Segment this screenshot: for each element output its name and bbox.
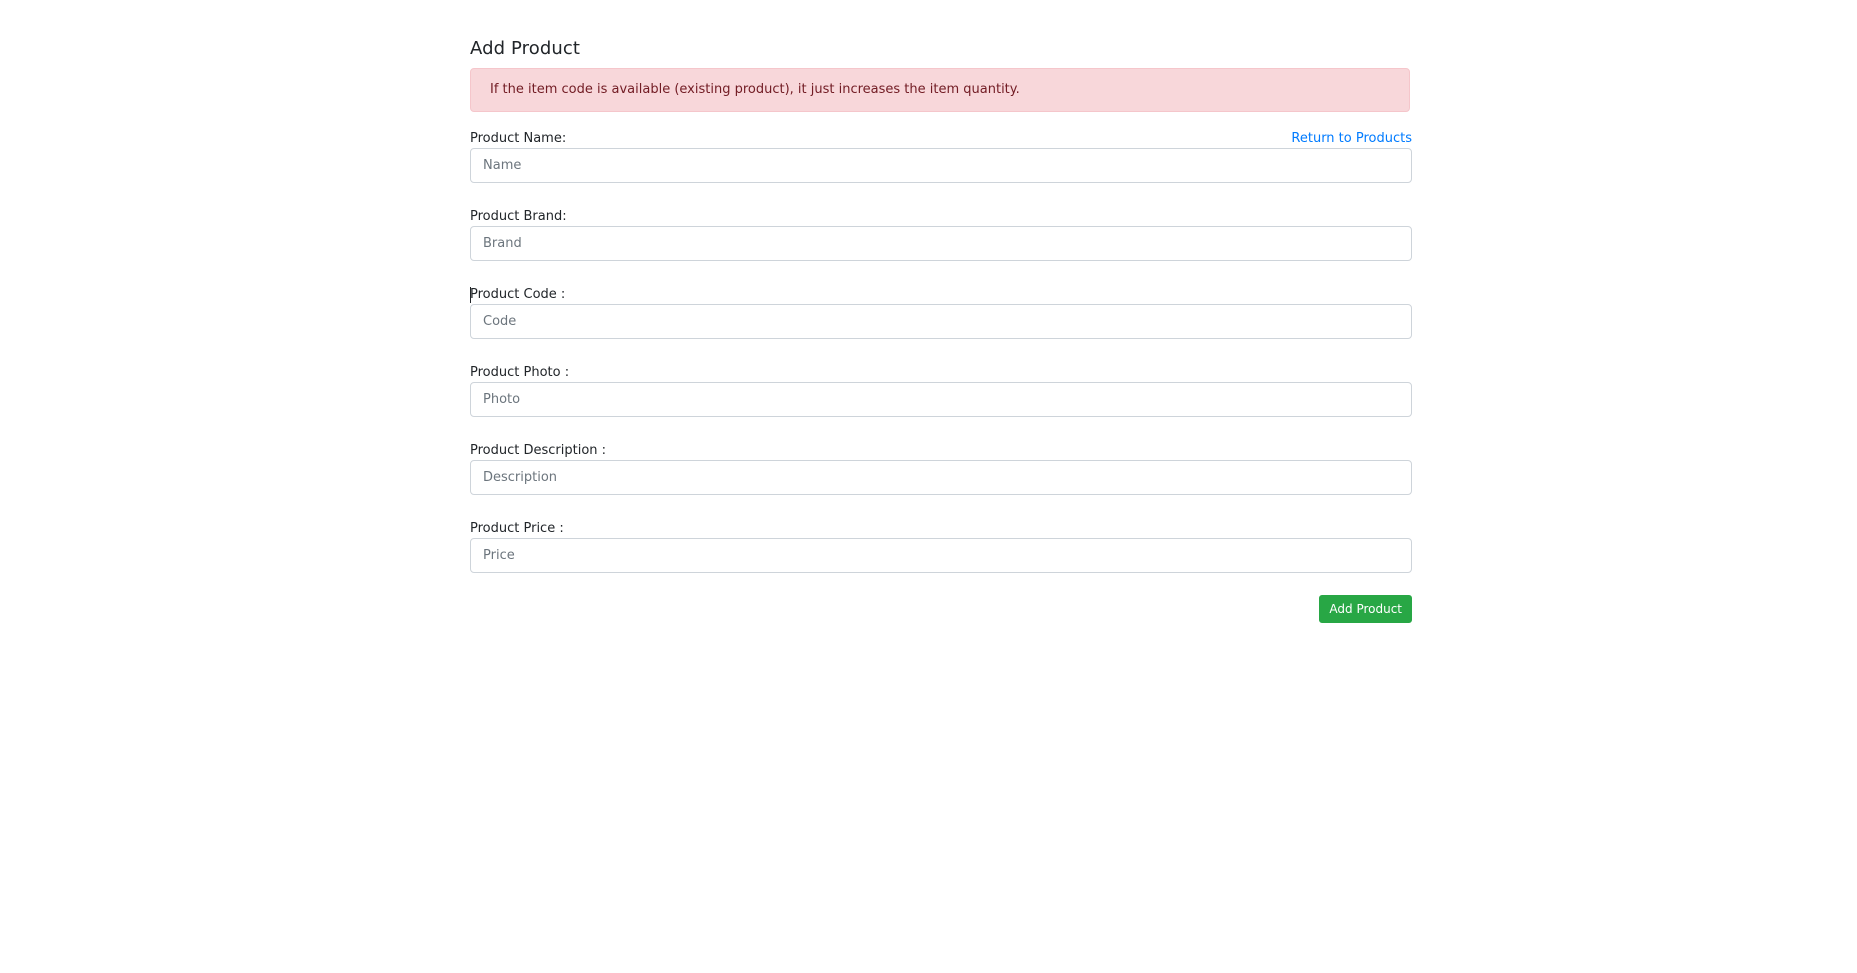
product-price-group: Product Price : <box>470 520 1412 573</box>
product-code-input[interactable] <box>470 304 1412 339</box>
product-photo-group: Product Photo : <box>470 364 1412 417</box>
product-photo-input[interactable] <box>470 382 1412 417</box>
product-brand-label: Product Brand: <box>470 209 567 224</box>
product-code-group: Product Code : <box>470 286 1412 339</box>
product-brand-input[interactable] <box>470 226 1412 261</box>
product-code-label: Product Code : <box>470 287 566 302</box>
product-brand-group: Product Brand: <box>470 208 1412 261</box>
info-alert: If the item code is available (existing … <box>470 68 1410 112</box>
return-to-products-link[interactable]: Return to Products <box>1291 130 1412 148</box>
page-title: Add Product <box>470 38 581 59</box>
product-price-input[interactable] <box>470 538 1412 573</box>
product-price-label: Product Price : <box>470 521 564 536</box>
add-product-button[interactable]: Add Product <box>1319 595 1412 623</box>
product-description-group: Product Description : <box>470 442 1412 495</box>
product-name-group: Product Name: Return to Products <box>470 130 1412 183</box>
product-description-input[interactable] <box>470 460 1412 495</box>
text-cursor-caret <box>470 287 471 303</box>
alert-message: If the item code is available (existing … <box>490 82 1020 97</box>
product-name-input[interactable] <box>470 148 1412 183</box>
product-description-label: Product Description : <box>470 443 607 458</box>
product-name-label: Product Name: <box>470 131 567 146</box>
product-photo-label: Product Photo : <box>470 365 570 380</box>
